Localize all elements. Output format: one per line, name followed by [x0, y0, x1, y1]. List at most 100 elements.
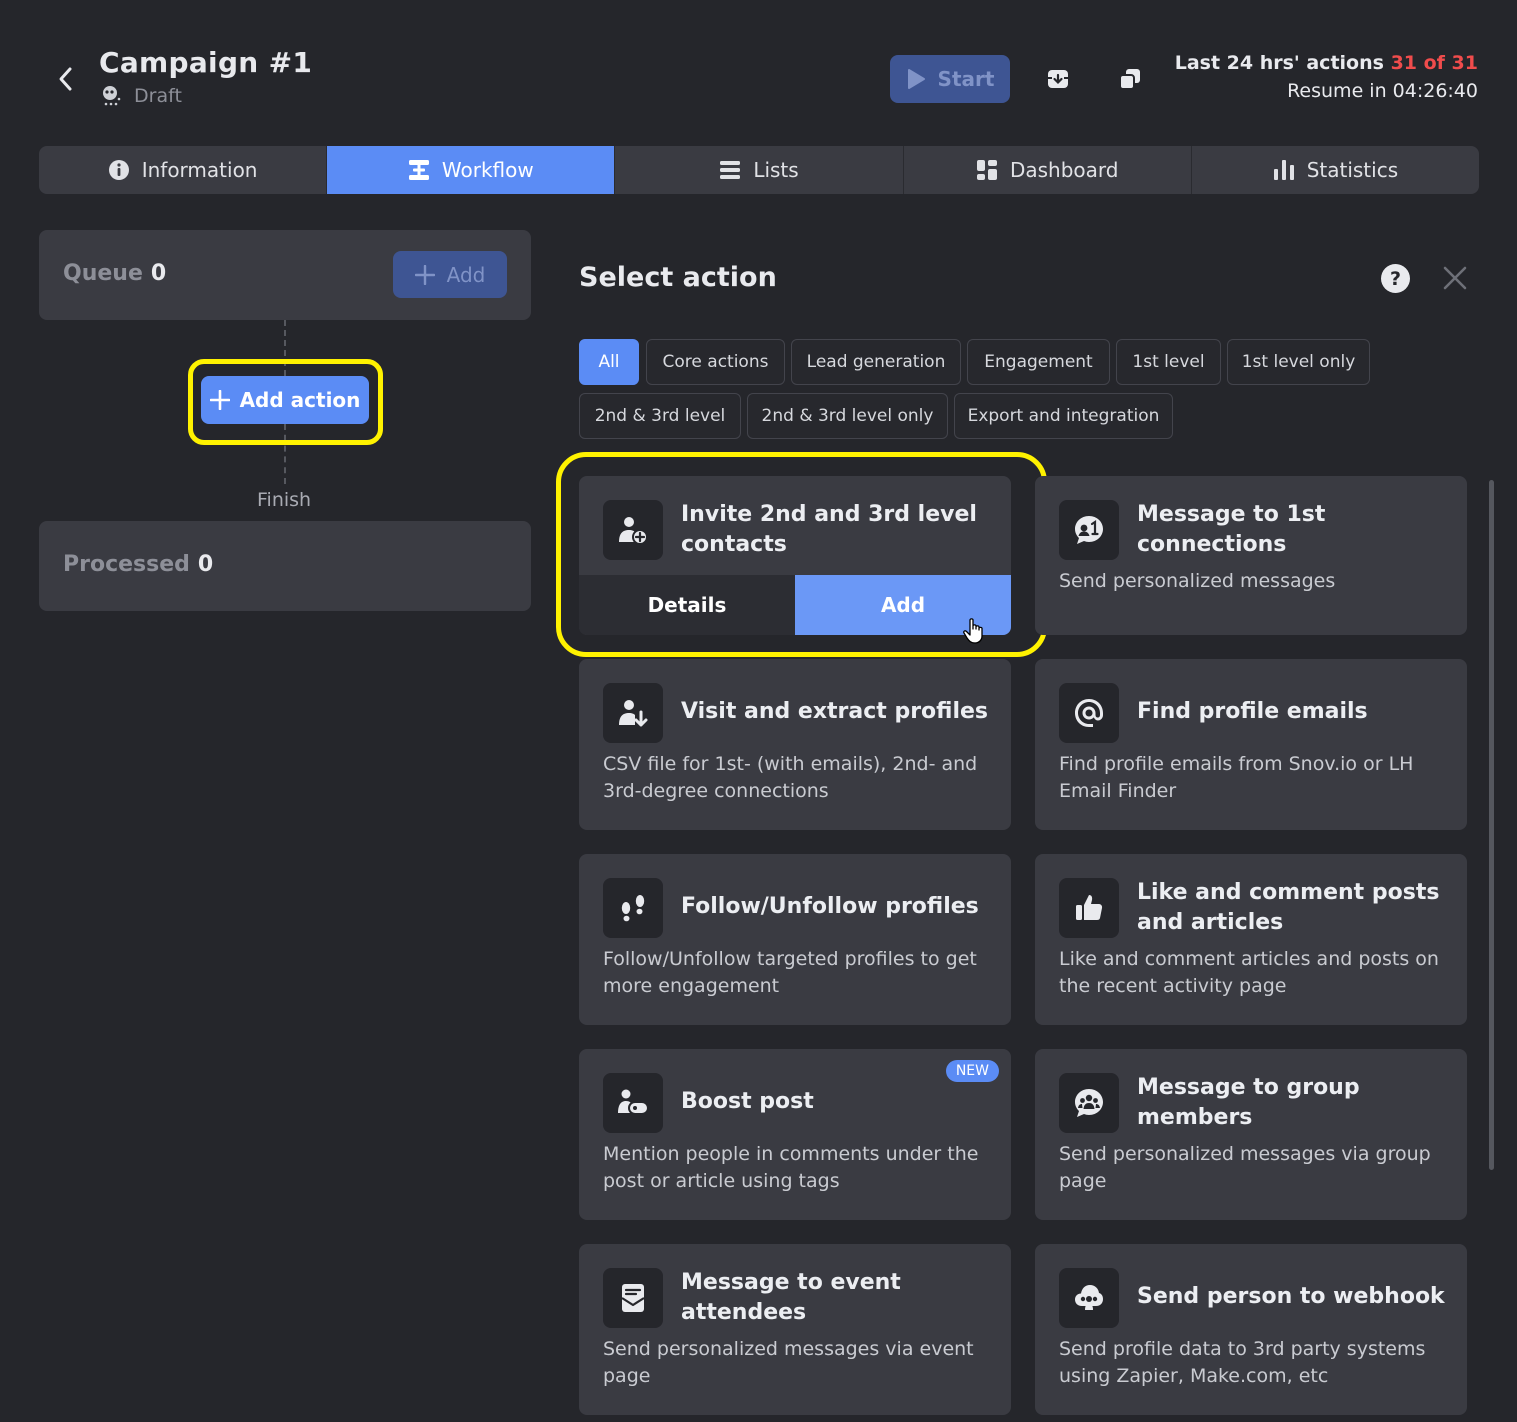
new-badge: NEW [945, 1060, 999, 1082]
chevron-left-icon [59, 67, 72, 91]
action-card-boost-post[interactable]: NEW Boost post Mention people in comment… [579, 1049, 1011, 1220]
user-tag-icon [618, 1089, 649, 1115]
filter-2nd-3rd-level[interactable]: 2nd & 3rd level [579, 393, 741, 439]
thumbs-up-icon [1076, 895, 1103, 920]
add-action-button[interactable]: Add action [201, 376, 369, 424]
duplicate-button[interactable] [1112, 61, 1148, 97]
plus-icon [414, 264, 435, 285]
filter-2nd-3rd-level-only[interactable]: 2nd & 3rd level only [747, 393, 948, 439]
tab-lists[interactable]: Lists [615, 146, 904, 194]
filter-all[interactable]: All [579, 339, 639, 385]
info-icon [108, 160, 129, 180]
action-title: Visit and extract profiles [681, 699, 989, 724]
tab-information[interactable]: Information [39, 146, 328, 194]
filter-1st-level-only[interactable]: 1st level only [1227, 339, 1370, 385]
chat-icon [1075, 516, 1103, 544]
back-button[interactable] [50, 62, 80, 96]
action-description: Send personalized messages via group pag… [1059, 1143, 1431, 1192]
filter-export-integration[interactable]: Export and integration [954, 393, 1173, 439]
action-description: Find profile emails from Snov.io or LH E… [1059, 753, 1414, 802]
tab-label: Lists [753, 158, 799, 182]
tab-label: Information [141, 158, 258, 182]
copy-icon [1119, 69, 1140, 90]
action-title: Like and comment posts and articles [1137, 880, 1440, 935]
tab-workflow[interactable]: Workflow [327, 146, 616, 194]
footprints-icon [621, 895, 645, 922]
start-button[interactable]: Start [890, 55, 1010, 103]
close-icon [1443, 266, 1467, 290]
dashboard-icon [976, 160, 997, 180]
queue-add-button[interactable]: Add [393, 251, 507, 298]
tab-label: Statistics [1306, 158, 1399, 182]
daily-actions-label: Last 24 hrs' actions [1174, 52, 1384, 74]
help-button[interactable]: ? [1381, 264, 1410, 293]
action-icon-wrap [1059, 878, 1119, 938]
panel-title: Select action [579, 262, 777, 293]
queue-add-label: Add [446, 262, 486, 287]
finish-label: Finish [257, 489, 312, 511]
action-card-message-group[interactable]: Message to group members Send personaliz… [1035, 1049, 1467, 1220]
action-title: Message to group members [1137, 1075, 1360, 1130]
close-button[interactable] [1441, 264, 1469, 292]
status-label: Draft [134, 85, 182, 107]
start-label: Start [937, 67, 995, 91]
group-chat-icon [1075, 1089, 1103, 1117]
user-download-icon [619, 700, 648, 727]
list-icon [720, 161, 741, 179]
tab-dashboard[interactable]: Dashboard [904, 146, 1192, 194]
action-icon-wrap [603, 683, 663, 743]
processed-label-text: Processed [63, 552, 190, 577]
archive-icon [1048, 70, 1068, 88]
daily-actions-count: 31 of 31 [1390, 52, 1478, 74]
page-title: Campaign #1 [99, 46, 313, 79]
action-card-message-event[interactable]: Message to event attendees Send personal… [579, 1244, 1011, 1415]
tab-label: Workflow [441, 158, 534, 182]
add-action-label: Add action [239, 388, 361, 412]
action-description: Send personalized messages [1059, 570, 1336, 592]
filter-core-actions[interactable]: Core actions [646, 339, 785, 385]
webhook-icon [1075, 1285, 1103, 1310]
filter-1st-level[interactable]: 1st level [1116, 339, 1221, 385]
action-description: CSV file for 1st- (with emails), 2nd- an… [603, 753, 978, 802]
panel-scrollbar[interactable] [1489, 480, 1494, 1170]
action-card-find-emails[interactable]: Find profile emails Find profile emails … [1035, 659, 1467, 830]
action-title: Message to 1st connections [1137, 502, 1326, 557]
action-icon-wrap [1059, 1268, 1119, 1328]
campaign-status: Draft [100, 84, 182, 108]
action-title: Find profile emails [1137, 699, 1368, 724]
action-icon-wrap [1059, 500, 1119, 560]
action-title: Boost post [681, 1089, 814, 1114]
action-card-message-1st[interactable]: Message to 1st connections Send personal… [1035, 476, 1467, 635]
action-card-visit-extract[interactable]: Visit and extract profiles CSV file for … [579, 659, 1011, 830]
campaign-tabs: Information Workflow Lists Dashboard Sta… [39, 146, 1479, 194]
action-icon-wrap [603, 1268, 663, 1328]
action-card-follow-unfollow[interactable]: Follow/Unfollow profiles Follow/Unfollow… [579, 854, 1011, 1025]
archive-button[interactable] [1040, 61, 1076, 97]
processed-count: 0 [197, 552, 214, 577]
action-icon-wrap [603, 1073, 663, 1133]
action-description: Send profile data to 3rd party systems u… [1059, 1338, 1426, 1387]
resume-timer: Resume in 04:26:40 [1287, 80, 1478, 102]
at-sign-icon [1075, 699, 1103, 727]
plus-icon [209, 390, 230, 410]
tab-statistics[interactable]: Statistics [1192, 146, 1479, 194]
event-mail-icon [621, 1284, 645, 1312]
action-card-like-comment[interactable]: Like and comment posts and articles Like… [1035, 854, 1467, 1025]
play-icon [907, 69, 925, 89]
action-icon-wrap [603, 878, 663, 938]
filter-engagement[interactable]: Engagement [967, 339, 1110, 385]
queue-count: 0 [150, 261, 167, 286]
queue-block: Queue 0 Add [39, 230, 531, 320]
bar-chart-icon [1273, 160, 1294, 180]
daily-actions: Last 24 hrs' actions 31 of 31 [1175, 52, 1478, 74]
action-description: Like and comment articles and posts on t… [1059, 948, 1439, 997]
filter-lead-generation[interactable]: Lead generation [791, 339, 961, 385]
action-icon-wrap [1059, 1073, 1119, 1133]
action-description: Send personalized messages via event pag… [603, 1338, 974, 1387]
action-card-webhook[interactable]: Send person to webhook Send profile data… [1035, 1244, 1467, 1415]
action-description: Mention people in comments under the pos… [603, 1143, 979, 1192]
action-title: Message to event attendees [681, 1270, 901, 1325]
highlight-invite-card [556, 452, 1047, 657]
action-description: Follow/Unfollow targeted profiles to get… [603, 948, 977, 997]
processed-block: Processed 0 [39, 521, 531, 611]
